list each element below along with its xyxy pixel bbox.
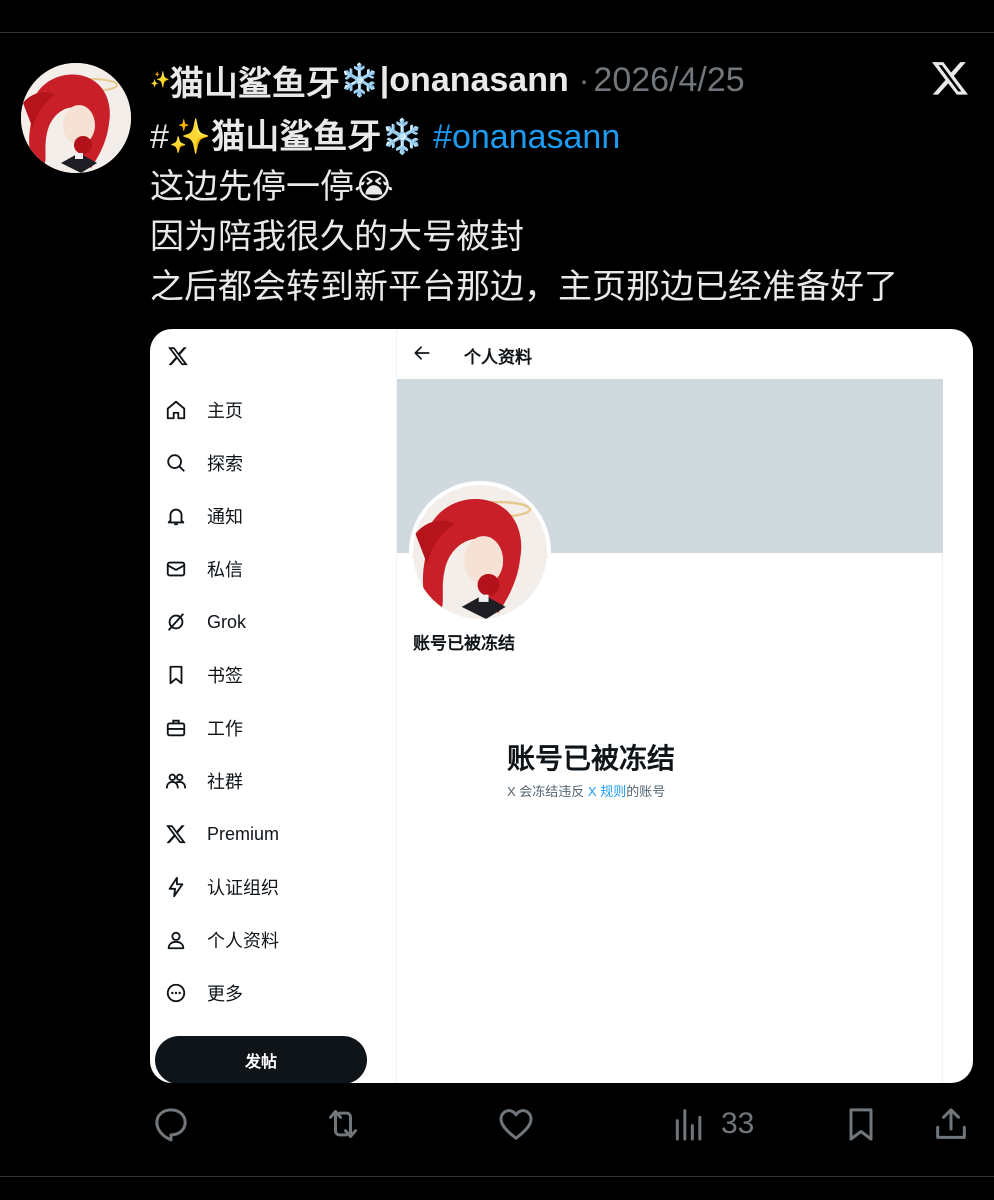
post-line-4: 之后都会转到新平台那边，主页那边已经准备好了: [150, 268, 898, 306]
sidebar-item-label: 认证组织: [207, 878, 279, 898]
avatar-illustration: [413, 485, 547, 619]
bookmark-button[interactable]: [841, 1104, 881, 1144]
bell-icon: [167, 508, 185, 526]
sidebar-item-messages: 私信: [165, 555, 243, 583]
avatar[interactable]: [21, 63, 131, 173]
search-icon: [167, 454, 185, 472]
views-button[interactable]: 33: [669, 1104, 754, 1144]
avatar-illustration: [21, 63, 131, 173]
briefcase-icon: [166, 719, 186, 737]
mail-icon: [166, 561, 186, 577]
views-icon: [675, 1109, 702, 1141]
sidebar-item-explore: 探索: [165, 449, 243, 477]
sidebar-item-bookmarks: 书签: [165, 661, 243, 689]
rules-link: X 规则: [587, 784, 627, 799]
sidebar-item-label: 工作: [207, 719, 243, 739]
communities-icon: [165, 773, 187, 789]
top-divider: [0, 32, 994, 33]
sidebar-item-more: 更多: [165, 979, 243, 1007]
sidebar-item-jobs: 工作: [165, 714, 243, 742]
sidebar-item-profile: 个人资料: [165, 926, 279, 954]
repost-button[interactable]: [323, 1104, 363, 1144]
reply-button[interactable]: [151, 1104, 191, 1144]
sidebar-item-communities: 社群: [165, 767, 243, 795]
like-button[interactable]: [496, 1104, 536, 1144]
x-logo-icon[interactable]: [930, 58, 970, 98]
post-line-3: 因为陪我很久的大号被封: [150, 218, 524, 256]
share-button[interactable]: [931, 1104, 971, 1144]
frozen-account-label: 账号已被冻结: [413, 634, 515, 653]
lightning-icon: [168, 876, 184, 898]
embedded-screenshot[interactable]: 主页 探索 通知 私信 Grok 书签 工作 社群 Premium 认证组织 个…: [150, 329, 973, 1083]
separator-dot: ·: [578, 61, 590, 98]
back-arrow-icon: [414, 346, 430, 360]
profile-avatar: [409, 481, 551, 623]
post-button: 发帖: [155, 1036, 367, 1083]
post-header: ✨ 猫山鲨鱼牙 ❄️ |onanasann · 2026/4/25: [150, 56, 745, 105]
hashtag-link[interactable]: #onanasann: [433, 118, 620, 156]
sidebar-item-label: 主页: [207, 401, 243, 421]
profile-icon: [167, 931, 185, 950]
snowflake-emoji: ❄️: [339, 62, 380, 98]
post-date[interactable]: 2026/4/25: [593, 61, 744, 100]
sidebar-item-label: Grok: [207, 611, 247, 632]
sidebar-item-label: Premium: [207, 823, 280, 844]
more-icon: [166, 983, 186, 1003]
like-icon: [499, 1109, 533, 1140]
frozen-account-title: 账号已被冻结: [507, 743, 676, 774]
frozen-desc-text: 的账号: [626, 784, 666, 799]
username-handle[interactable]: |onanasann: [380, 61, 569, 100]
post-text: #✨猫山鲨鱼牙❄️ #onanasann 这边先停一停😭 因为陪我很久的大号被封…: [150, 112, 898, 312]
repost-icon: [329, 1110, 357, 1138]
post-line-1: #✨猫山鲨鱼牙❄️ #onanasann: [150, 112, 898, 162]
share-icon: [936, 1108, 966, 1139]
post-line-2: 这边先停一停😭: [150, 168, 394, 206]
profile-topbar: 个人资料: [397, 329, 943, 380]
embedded-sidebar: 主页 探索 通知 私信 Grok 书签 工作 社群 Premium 认证组织 个…: [150, 329, 396, 1083]
display-name[interactable]: 猫山鲨鱼牙: [170, 56, 340, 105]
sidebar-item-home: 主页: [165, 396, 243, 424]
page-title: 个人资料: [464, 348, 532, 367]
sparkle-emoji: ✨: [168, 118, 212, 156]
x-logo-icon: [168, 347, 188, 366]
grok-icon: [167, 613, 185, 631]
sidebar-item-label: 私信: [207, 560, 243, 580]
sidebar-item-label: 书签: [207, 666, 243, 686]
bottom-divider: [0, 1176, 994, 1177]
sidebar-item-label: 个人资料: [207, 931, 279, 951]
sidebar-item-notifications: 通知: [165, 502, 243, 530]
bookmark-icon: [169, 665, 183, 685]
hash-symbol: #: [150, 118, 169, 156]
snowflake-emoji: ❄️: [381, 118, 424, 156]
sidebar-item-label: 更多: [207, 984, 243, 1004]
sidebar-item-label: 探索: [207, 454, 243, 474]
name-text: 猫山鲨鱼牙: [211, 118, 382, 156]
sidebar-item-label: 社群: [207, 772, 243, 792]
x-icon: [166, 825, 186, 844]
sidebar-item-grok: Grok: [165, 608, 246, 636]
bookmark-icon: [849, 1108, 873, 1141]
sidebar-item-verified-orgs: 认证组织: [165, 873, 279, 901]
sidebar-item-label: 通知: [207, 507, 243, 527]
frozen-account-description: X 会冻结违反 X 规则的账号: [507, 781, 665, 800]
frozen-desc-text: X 会冻结违反: [507, 784, 585, 799]
views-count: 33: [721, 1107, 755, 1140]
sidebar-item-premium: Premium: [165, 820, 279, 848]
home-icon: [166, 400, 186, 420]
reply-icon: [155, 1108, 187, 1142]
sparkle-emoji: ✨: [150, 72, 170, 89]
